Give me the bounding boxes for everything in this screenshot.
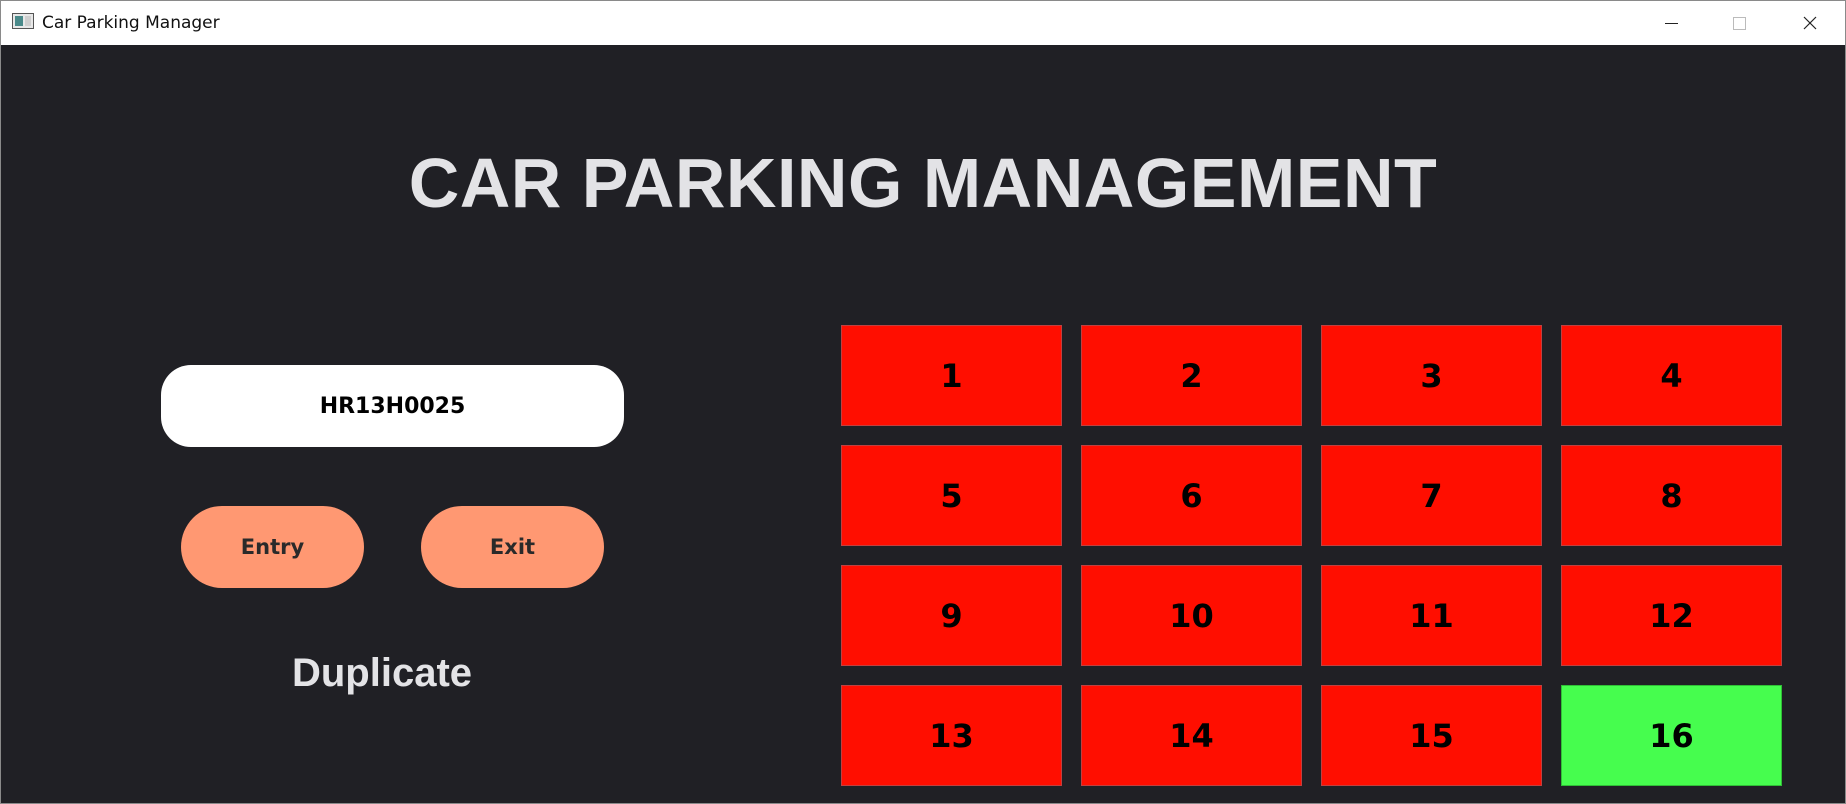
entry-button[interactable]: Entry xyxy=(181,506,364,588)
parking-slot-grid: 1 2 3 4 5 6 7 8 9 10 11 12 13 14 15 16 xyxy=(841,325,1785,786)
maximize-icon xyxy=(1733,17,1746,30)
app-window: Car Parking Manager CAR PARKING MANAGEME… xyxy=(0,0,1846,804)
status-message: Duplicate xyxy=(291,651,473,695)
page-title: CAR PARKING MANAGEMENT xyxy=(408,144,1438,222)
parking-slot[interactable]: 4 xyxy=(1561,325,1782,426)
close-button[interactable] xyxy=(1775,1,1843,45)
app-window-icon xyxy=(12,13,34,29)
minimize-button[interactable] xyxy=(1637,1,1705,45)
parking-slot[interactable]: 2 xyxy=(1081,325,1302,426)
parking-slot[interactable]: 3 xyxy=(1321,325,1542,426)
parking-slot[interactable]: 14 xyxy=(1081,685,1302,786)
parking-slot[interactable]: 10 xyxy=(1081,565,1302,666)
parking-slot[interactable]: 1 xyxy=(841,325,1062,426)
parking-slot[interactable]: 16 xyxy=(1561,685,1782,786)
app-content: CAR PARKING MANAGEMENT Entry Exit Duplic… xyxy=(1,45,1845,803)
plate-number-input[interactable] xyxy=(161,365,624,447)
maximize-button[interactable] xyxy=(1705,1,1773,45)
parking-slot[interactable]: 11 xyxy=(1321,565,1542,666)
close-icon xyxy=(1803,16,1817,30)
parking-slot[interactable]: 12 xyxy=(1561,565,1782,666)
parking-slot[interactable]: 13 xyxy=(841,685,1062,786)
parking-slot[interactable]: 15 xyxy=(1321,685,1542,786)
exit-button[interactable]: Exit xyxy=(421,506,604,588)
parking-slot[interactable]: 8 xyxy=(1561,445,1782,546)
parking-slot[interactable]: 5 xyxy=(841,445,1062,546)
parking-slot[interactable]: 6 xyxy=(1081,445,1302,546)
parking-slot[interactable]: 9 xyxy=(841,565,1062,666)
window-title: Car Parking Manager xyxy=(42,13,220,33)
minimize-icon xyxy=(1665,23,1678,24)
title-bar[interactable]: Car Parking Manager xyxy=(1,1,1845,45)
parking-slot[interactable]: 7 xyxy=(1321,445,1542,546)
